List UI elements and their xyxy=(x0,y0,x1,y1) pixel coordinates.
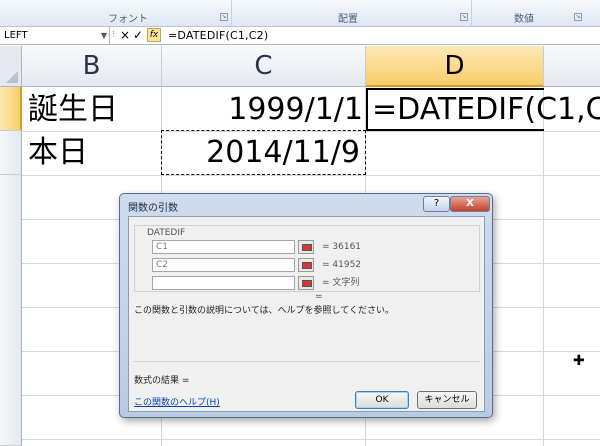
name-box[interactable]: LEFT ▼ xyxy=(0,27,110,44)
arguments-group: DATEDIF C1 = 36161 C2 = 41952 = 文字列 xyxy=(134,225,480,292)
number-group-label: 数値 xyxy=(514,14,534,25)
font-group: フォント ↘ xyxy=(0,0,232,27)
row-header-rest[interactable] xyxy=(0,175,22,446)
cell-c1[interactable]: 1999/1/1 xyxy=(162,88,363,132)
gridline xyxy=(543,87,544,446)
formula-bar: LEFT ▼ ⁝ × ✓ fx =DATEDIF(C1,C2) xyxy=(0,27,600,45)
alignment-group: 配置 ↘ xyxy=(232,0,472,27)
argument-result-1: = 36161 xyxy=(322,242,362,252)
close-icon[interactable]: X xyxy=(450,196,490,212)
ribbon: フォント ↘ 配置 ↘ 数値 ↘ xyxy=(0,0,600,27)
column-header-b[interactable]: B xyxy=(22,46,162,87)
alignment-dialog-launcher-icon[interactable]: ↘ xyxy=(460,13,468,21)
collapse-dialog-icon[interactable] xyxy=(298,240,314,254)
active-cell-border xyxy=(366,88,544,131)
formula-result-label: 数式の結果 = xyxy=(134,376,190,386)
grip-icon: ⁝ xyxy=(112,30,115,40)
insert-function-icon[interactable]: fx xyxy=(147,28,161,42)
reference-marquee xyxy=(161,130,366,175)
function-help-link[interactable]: この関数のヘルプ(H) xyxy=(134,395,220,408)
font-group-label: フォント xyxy=(108,14,148,25)
collapse-dialog-icon[interactable] xyxy=(298,258,314,272)
gridline xyxy=(22,175,600,176)
column-header-e[interactable] xyxy=(544,46,600,87)
argument-input-2[interactable]: C2 xyxy=(152,258,295,272)
function-arguments-dialog: 関数の引数 ? X DATEDIF C1 = 36161 C2 = 41952 … xyxy=(119,193,493,418)
select-all-corner[interactable] xyxy=(0,46,22,87)
dialog-body: DATEDIF C1 = 36161 C2 = 41952 = 文字列 = この… xyxy=(128,216,485,412)
ok-button[interactable]: OK xyxy=(355,391,409,409)
font-dialog-launcher-icon[interactable]: ↘ xyxy=(220,13,228,21)
help-icon[interactable]: ? xyxy=(423,196,450,212)
argument-result-3: = 文字列 xyxy=(322,278,360,288)
column-header-d[interactable]: D xyxy=(366,46,544,87)
chevron-down-icon[interactable]: ▼ xyxy=(101,27,107,44)
column-header-c[interactable]: C xyxy=(162,46,366,87)
row-header-2[interactable] xyxy=(0,131,22,175)
function-name: DATEDIF xyxy=(145,228,188,238)
formula-input[interactable]: =DATEDIF(C1,C2) xyxy=(168,27,268,44)
cell-b2[interactable]: 本日 xyxy=(28,131,160,175)
argument-input-1[interactable]: C1 xyxy=(152,240,295,254)
divider xyxy=(134,361,480,362)
cancel-icon[interactable]: × xyxy=(120,27,130,44)
number-dialog-launcher-icon[interactable]: ↘ xyxy=(574,13,582,21)
collapse-dialog-icon[interactable] xyxy=(298,276,314,290)
name-box-value: LEFT xyxy=(4,30,28,41)
gridline xyxy=(22,439,600,440)
cancel-button[interactable]: キャンセル xyxy=(417,391,477,409)
formula-result-eq: = xyxy=(315,292,323,302)
alignment-group-label: 配置 xyxy=(338,14,358,25)
number-group: 数値 ↘ xyxy=(472,0,600,27)
row-header-1[interactable] xyxy=(0,87,22,131)
cell-cursor-icon: ✚ xyxy=(573,353,585,369)
function-description: この関数と引数の説明については、ヘルプを参照してください。 xyxy=(134,306,395,316)
argument-result-2: = 41952 xyxy=(322,260,362,270)
argument-input-3[interactable] xyxy=(152,276,295,290)
enter-icon[interactable]: ✓ xyxy=(133,27,143,44)
dialog-title: 関数の引数 xyxy=(128,203,178,214)
cell-b1[interactable]: 誕生日 xyxy=(28,88,160,132)
